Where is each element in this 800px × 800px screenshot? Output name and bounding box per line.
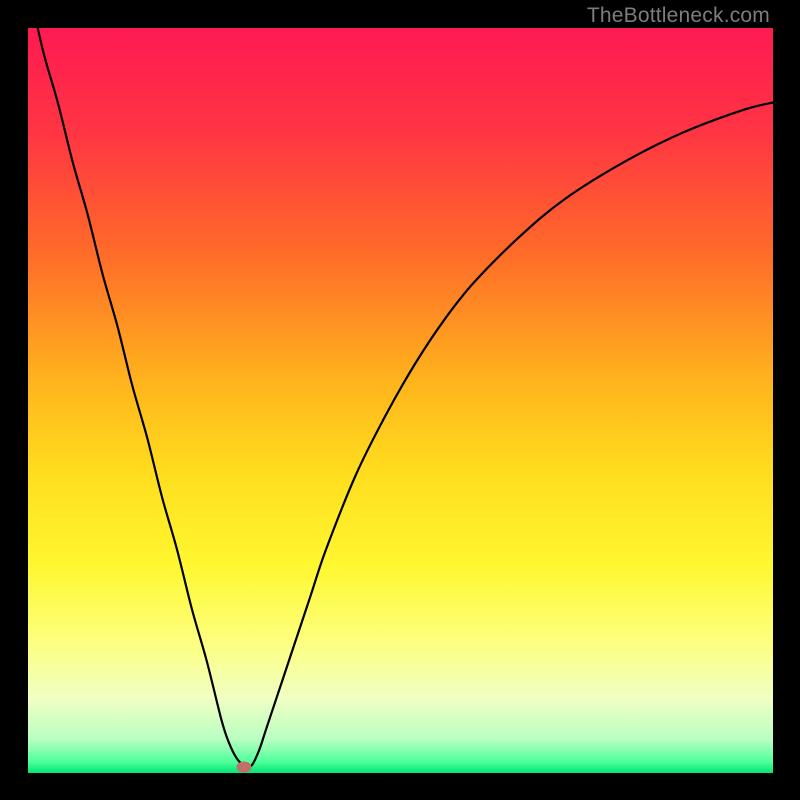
- watermark-text: TheBottleneck.com: [587, 4, 770, 28]
- minimum-point-marker: [237, 762, 252, 773]
- plot-area: [28, 28, 773, 773]
- curve-layer: [28, 28, 773, 773]
- bottleneck-curve: [28, 28, 773, 767]
- outer-frame: TheBottleneck.com: [0, 0, 800, 800]
